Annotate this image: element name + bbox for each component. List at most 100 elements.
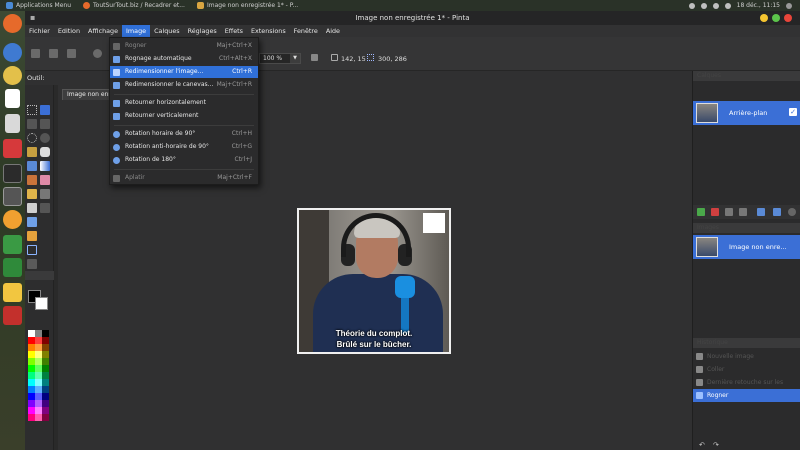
media-player-launcher-icon[interactable]: [3, 210, 22, 229]
menu-image[interactable]: Image: [122, 25, 151, 37]
undo-icon[interactable]: [93, 49, 102, 58]
move-selection-icon[interactable]: [40, 119, 50, 129]
battery-icon[interactable]: [712, 2, 719, 9]
menu-item-redimensionner-image[interactable]: Redimensionner l'image... Ctrl+R: [110, 66, 258, 78]
menu-item-rotation-horaire[interactable]: Rotation horaire de 90° Ctrl+H: [110, 128, 258, 140]
maximize-button[interactable]: [772, 14, 780, 22]
notifications-icon[interactable]: [724, 2, 731, 9]
pencil-icon[interactable]: [27, 189, 37, 199]
delete-layer-icon[interactable]: [711, 208, 719, 216]
writer-launcher-icon[interactable]: [5, 89, 20, 108]
palette-color[interactable]: [42, 351, 49, 358]
clone-stamp-icon[interactable]: [40, 189, 50, 199]
window-menu-icon[interactable]: ▪: [30, 11, 35, 25]
palette-color[interactable]: [28, 393, 35, 400]
canvas-image[interactable]: Théorie du complot. Brûlé sur le bûcher.: [297, 208, 451, 354]
palette-color[interactable]: [35, 407, 42, 414]
palette-color[interactable]: [28, 372, 35, 379]
palette-color[interactable]: [35, 386, 42, 393]
palette-color[interactable]: [28, 337, 35, 344]
paintbrush-icon[interactable]: [27, 175, 37, 185]
red-app-launcher-icon[interactable]: [3, 306, 22, 325]
taskbar-item-firefox[interactable]: ToutSurTout.biz / Recadrer et...: [77, 2, 191, 9]
gallery-launcher-icon[interactable]: [3, 283, 22, 302]
terminal-launcher-icon[interactable]: [3, 164, 22, 183]
palette-color[interactable]: [42, 344, 49, 351]
export-icon[interactable]: [67, 49, 76, 58]
zoom-select[interactable]: 100 % ▼: [259, 53, 301, 64]
window-titlebar[interactable]: ▪ Image non enregistrée 1* - Pinta: [25, 11, 800, 25]
menu-effets[interactable]: Effets: [221, 25, 247, 37]
applications-menu[interactable]: Applications Menu: [0, 2, 77, 9]
thunderbird-launcher-icon[interactable]: [3, 43, 22, 62]
green-app-launcher-icon[interactable]: [3, 235, 22, 254]
games-launcher-icon[interactable]: [3, 258, 22, 277]
close-button[interactable]: [784, 14, 792, 22]
palette-color[interactable]: [28, 330, 35, 337]
menu-aide[interactable]: Aide: [322, 25, 344, 37]
menu-fenetre[interactable]: Fenêtre: [290, 25, 322, 37]
redo-icon[interactable]: ↷: [713, 441, 719, 449]
line-curve-icon[interactable]: [27, 217, 37, 227]
layer-visibility-checkbox[interactable]: ✓: [789, 108, 797, 116]
minimize-button[interactable]: [760, 14, 768, 22]
text-icon[interactable]: [40, 203, 50, 213]
palette-color[interactable]: [42, 358, 49, 365]
palette-color[interactable]: [35, 330, 42, 337]
palette-color[interactable]: [42, 393, 49, 400]
document-viewer-launcher-icon[interactable]: [5, 114, 20, 133]
menu-item-redimensionner-canevas[interactable]: Redimensionner le canevas... Maj+Ctrl+R: [110, 79, 258, 91]
menu-fichier[interactable]: Fichier: [25, 25, 54, 37]
volume-icon[interactable]: [700, 2, 707, 9]
file-manager-launcher-icon[interactable]: [3, 187, 22, 206]
menu-calques[interactable]: Calques: [150, 25, 184, 37]
palette-color[interactable]: [28, 386, 35, 393]
palette-color[interactable]: [42, 379, 49, 386]
history-item[interactable]: Dernière retouche sur les pixels: [693, 376, 800, 399]
palette-color[interactable]: [35, 400, 42, 407]
palette-color[interactable]: [28, 358, 35, 365]
history-item-selected[interactable]: Rogner: [693, 389, 800, 402]
menu-extensions[interactable]: Extensions: [247, 25, 290, 37]
history-item[interactable]: Coller: [693, 363, 800, 376]
network-icon[interactable]: [688, 2, 695, 9]
add-layer-icon[interactable]: [697, 208, 705, 216]
paint-palette-launcher-icon[interactable]: [3, 66, 22, 85]
palette-color[interactable]: [28, 407, 35, 414]
menu-reglages[interactable]: Réglages: [184, 25, 221, 37]
palette-color[interactable]: [28, 351, 35, 358]
zoom-icon[interactable]: [40, 133, 50, 143]
menu-item-rognage-automatique[interactable]: Rognage automatique Ctrl+Alt+X: [110, 53, 258, 65]
palette-color[interactable]: [42, 365, 49, 372]
merge-layer-icon[interactable]: [739, 208, 747, 216]
undo-icon[interactable]: ↶: [699, 441, 705, 449]
menu-item-rotation-180[interactable]: Rotation de 180° Ctrl+J: [110, 154, 258, 166]
menu-affichage[interactable]: Affichage: [84, 25, 122, 37]
menu-edition[interactable]: Edition: [54, 25, 84, 37]
menu-item-retourner-verticalement[interactable]: Retourner verticalement: [110, 110, 258, 122]
freeform-shape-icon[interactable]: [27, 245, 37, 255]
move-layer-down-icon[interactable]: [773, 208, 781, 216]
move-selected-icon[interactable]: [40, 105, 50, 115]
palette-color[interactable]: [35, 344, 42, 351]
palette-color[interactable]: [35, 372, 42, 379]
taskbar-item-pinta[interactable]: Image non enregistrée 1* - P...: [191, 2, 304, 9]
menu-item-aplatir[interactable]: Aplatir Maj+Ctrl+F: [110, 172, 258, 184]
magic-wand-icon[interactable]: [27, 147, 37, 157]
palette-color[interactable]: [28, 414, 35, 421]
layer-properties-icon[interactable]: [788, 208, 796, 216]
palette-color[interactable]: [42, 337, 49, 344]
history-item[interactable]: Nouvelle image: [693, 350, 800, 363]
move-layer-up-icon[interactable]: [757, 208, 765, 216]
palette-color[interactable]: [42, 414, 49, 421]
palette-color[interactable]: [42, 386, 49, 393]
clock[interactable]: 18 déc., 11:15: [737, 2, 780, 9]
power-icon[interactable]: [786, 2, 792, 9]
palette-color[interactable]: [28, 379, 35, 386]
pan-icon[interactable]: [40, 147, 50, 157]
chevron-down-icon[interactable]: ▼: [290, 54, 300, 63]
palette-color[interactable]: [42, 400, 49, 407]
eraser-icon[interactable]: [40, 175, 50, 185]
recolor-icon[interactable]: [27, 259, 37, 269]
image-list-item[interactable]: Image non enre...: [693, 235, 800, 259]
